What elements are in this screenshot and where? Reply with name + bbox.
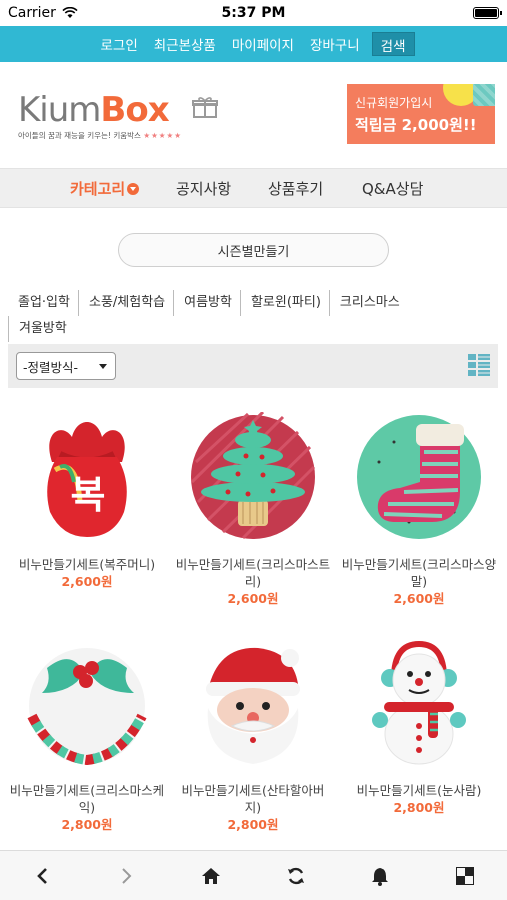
grid-button[interactable] — [445, 856, 485, 896]
product-name: 비누만들기세트(크리스마스양말) — [341, 557, 497, 589]
product-card[interactable]: 비누만들기세트(눈사람) 2,800원 — [336, 638, 502, 817]
home-icon — [202, 867, 221, 884]
product-price: 2,600원 — [393, 591, 445, 606]
lucky-bag-soap-icon: 복 — [47, 422, 127, 537]
product-name: 비누만들기세트(크리스마스트리) — [175, 557, 331, 589]
wifi-icon — [62, 7, 78, 18]
product-price: 2,600원 — [61, 574, 113, 589]
tab-reviews[interactable]: 상품후기 — [268, 178, 323, 199]
tab-qna[interactable]: Q&A상담 — [362, 178, 423, 199]
forward-icon — [122, 867, 132, 884]
nav-login[interactable]: 로그인 — [92, 26, 145, 62]
product-card[interactable]: 복 비누만들기세트(복주머니) 2,600원 — [4, 412, 170, 591]
snowman-soap-icon — [372, 640, 466, 765]
product-price: 2,800원 — [393, 800, 445, 815]
search-button[interactable]: 검색 — [371, 32, 415, 56]
tagline-text: 아이들의 꿈과 재능을 키우는! 키움박스 — [18, 131, 141, 140]
sort-select[interactable]: -정렬방식- — [16, 352, 116, 380]
status-left: Carrier — [8, 5, 78, 21]
refresh-icon — [287, 867, 304, 884]
promo-banner[interactable]: 신규회원가입시 적립금 2,000원!! — [347, 84, 495, 144]
subcategory-list: 졸업·입학 소풍/체험학습 여름방학 할로윈(파티) 크리스마스겨울방학 — [8, 290, 498, 342]
subcategory-halloween[interactable]: 할로윈(파티) — [239, 290, 329, 316]
product-name: 비누만들기세트(눈사람) — [356, 783, 482, 798]
category-menu[interactable]: 카테고리 — [70, 178, 140, 199]
promo-line2: 적립금 2,000원!! — [355, 116, 477, 134]
tab-notice[interactable]: 공지사항 — [176, 178, 231, 199]
back-button[interactable] — [22, 856, 62, 896]
logo[interactable]: KiumBox 아이들의 꿈과 재능을 키우는! 키움박스 ★★★★★ — [18, 92, 228, 142]
subcategory-christmas[interactable]: 크리스마스 — [328, 290, 408, 316]
nav-cart[interactable]: 장바구니 — [302, 26, 368, 62]
subcategory-picnic[interactable]: 소풍/체험학습 — [77, 290, 173, 316]
list-view-icon[interactable] — [468, 354, 490, 376]
product-price: 2,800원 — [61, 817, 113, 832]
svg-text:복: 복 — [71, 473, 106, 517]
product-name: 비누만들기세트(크리스마스케익) — [9, 783, 165, 815]
nav-mypage[interactable]: 마이페이지 — [224, 26, 302, 62]
season-button[interactable]: 시즌별만들기 — [118, 233, 389, 267]
promo-line1: 신규회원가입시 — [355, 96, 433, 110]
forward-button[interactable] — [107, 856, 147, 896]
christmas-stocking-soap-icon — [357, 415, 481, 539]
top-nav: 로그인 최근본상품 마이페이지 장바구니 검색 — [0, 26, 507, 62]
santa-soap-icon — [206, 647, 300, 764]
gift-icon — [192, 97, 218, 118]
logo-kium-text: Kium — [18, 90, 101, 130]
header: KiumBox 아이들의 꿈과 재능을 키우는! 키움박스 ★★★★★ 신규회원… — [0, 62, 507, 168]
tagline-stars: ★★★★★ — [143, 131, 182, 140]
product-name: 비누만들기세트(산타할아버지) — [181, 783, 325, 815]
subcategory-winter[interactable]: 겨울방학 — [8, 316, 75, 342]
product-price: 2,600원 — [227, 591, 279, 606]
category-menu-label: 카테고리 — [70, 180, 126, 198]
back-icon — [37, 867, 48, 884]
promo-pattern-decoration — [473, 84, 495, 106]
status-bar: Carrier 5:37 PM — [0, 0, 507, 26]
product-card[interactable]: 비누만들기세트(크리스마스트리) 2,600원 — [170, 410, 336, 608]
category-nav: 카테고리 공지사항 상품후기 Q&A상담 — [0, 168, 507, 208]
subcategory-graduation[interactable]: 졸업·입학 — [8, 290, 78, 316]
sort-selected-value: -정렬방식- — [23, 359, 79, 375]
dropdown-caret-icon — [99, 364, 107, 369]
grid-icon — [455, 866, 474, 885]
christmas-tree-soap-icon — [190, 410, 316, 540]
product-card[interactable]: 비누만들기세트(산타할아버지) 2,800원 — [170, 638, 336, 834]
sort-bar: -정렬방식- — [8, 344, 498, 388]
nav-recent-products[interactable]: 최근본상품 — [146, 26, 224, 62]
battery-icon — [473, 7, 502, 19]
bottom-toolbar — [0, 850, 507, 900]
christmas-cake-soap-icon — [27, 648, 147, 766]
logo-tagline: 아이들의 꿈과 재능을 키우는! 키움박스 ★★★★★ — [18, 130, 228, 141]
product-price: 2,800원 — [227, 817, 279, 832]
subcategory-summer[interactable]: 여름방학 — [173, 290, 240, 316]
product-card[interactable]: 비누만들기세트(크리스마스케익) 2,800원 — [4, 638, 170, 834]
product-card[interactable]: 비누만들기세트(크리스마스양말) 2,600원 — [336, 412, 502, 608]
notification-button[interactable] — [360, 856, 400, 896]
carrier-label: Carrier — [8, 5, 56, 21]
bell-icon — [372, 867, 389, 886]
home-button[interactable] — [191, 856, 231, 896]
refresh-button[interactable] — [276, 856, 316, 896]
logo-box-text: Box — [100, 90, 169, 130]
chevron-down-icon — [127, 182, 140, 195]
product-name: 비누만들기세트(복주머니) — [18, 557, 156, 572]
